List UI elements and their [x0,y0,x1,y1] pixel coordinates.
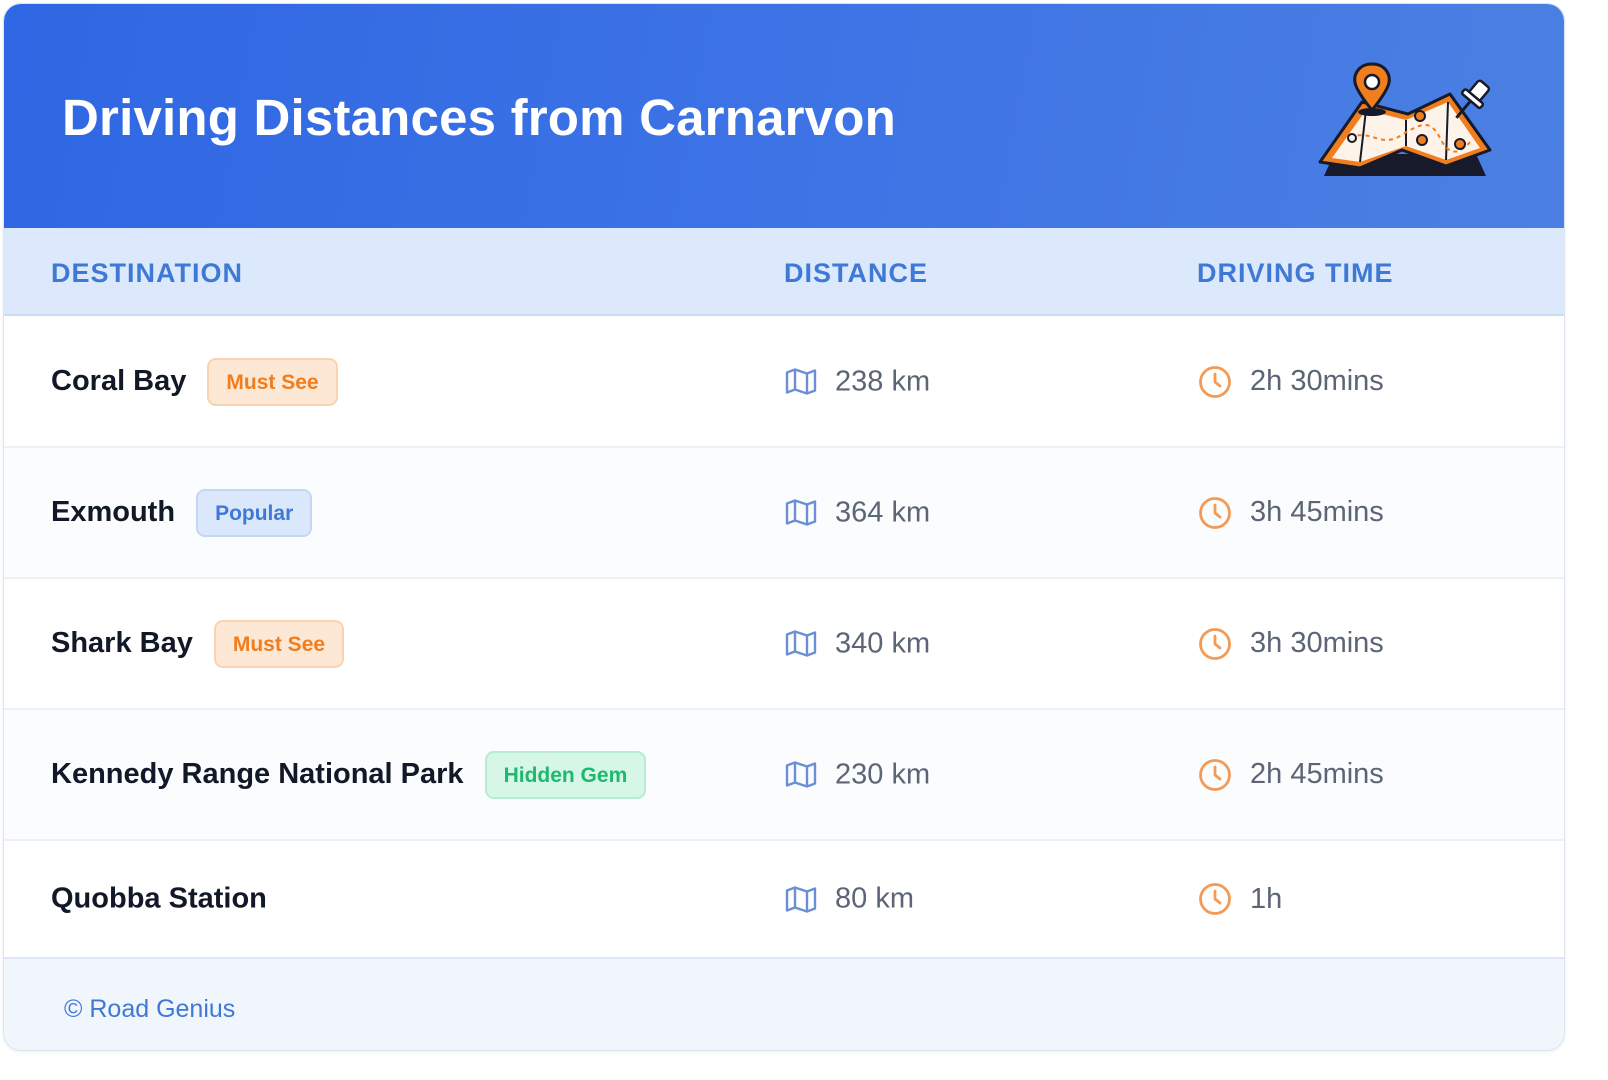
driving-time-value: 1h [1250,882,1283,915]
table-row: Shark Bay Must See 340 km 3h 30mins [4,579,1564,710]
destination-cell: Exmouth Popular [51,488,313,537]
card-footer: © Road Genius [4,957,1564,1050]
destination-cell: Kennedy Range National Park Hidden Gem [51,750,647,799]
table-header: DESTINATION DISTANCE DRIVING TIME [4,228,1564,316]
map-icon [785,368,817,395]
destination-cell: Shark Bay Must See [51,619,345,668]
table-row: Kennedy Range National Park Hidden Gem 230… [4,710,1564,841]
driving-time-value: 2h 45mins [1250,758,1384,790]
distance-value: 230 km [835,758,931,790]
destination-badge: Must See [213,619,345,668]
table-row: Coral Bay Must See 238 km 2h 30mins [4,317,1564,448]
destination-cell: Coral Bay Must See [51,357,338,406]
driving-time-value: 2h 30mins [1250,365,1384,397]
distance-cell: 364 km [784,496,930,529]
destination-badge: Must See [207,357,338,406]
destination-cell: Quobba Station [51,883,267,916]
map-icon [785,499,817,526]
driving-time-value: 3h 45mins [1250,496,1384,528]
clock-icon [1199,365,1231,398]
distance-value: 238 km [835,365,931,397]
distance-cell: 80 km [784,883,914,916]
driving-time-cell: 2h 45mins [1197,757,1384,793]
destination-badge: Hidden Gem [484,750,647,799]
column-header-destination: DESTINATION [51,258,243,288]
map-icon [785,885,817,913]
distance-cell: 238 km [784,365,930,398]
copyright-text: © Road Genius [64,995,236,1023]
table-row: Quobba Station 80 km 1h [4,841,1564,957]
clock-icon [1199,496,1231,529]
distance-cell: 340 km [784,627,930,660]
driving-time-cell: 1h [1197,881,1282,917]
destination-name: Kennedy Range National Park [51,758,464,790]
driving-time-cell: 2h 30mins [1197,364,1384,400]
distance-cell: 230 km [784,758,930,791]
destination-name: Exmouth [51,496,176,528]
page-title: Driving Distances from Carnarvon [62,89,896,146]
map-icon [785,630,817,657]
destination-name: Shark Bay [51,627,193,659]
distance-card: Driving Distances from Carnarvon DESTINA… [3,3,1565,1051]
clock-icon [1199,758,1231,791]
clock-icon [1199,883,1231,915]
destination-name: Coral Bay [51,365,187,397]
distance-value: 340 km [835,627,931,659]
card-header: Driving Distances from Carnarvon [4,4,1564,228]
driving-time-cell: 3h 30mins [1197,626,1384,662]
clock-icon [1199,627,1231,660]
map-pin-icon [1318,62,1492,176]
column-header-driving-time: DRIVING TIME [1197,258,1394,288]
destination-badge: Popular [196,488,313,537]
driving-time-cell: 3h 45mins [1197,495,1384,531]
destination-name: Quobba Station [51,882,267,915]
distance-value: 80 km [835,882,914,915]
column-header-distance: DISTANCE [784,258,929,288]
map-icon [785,761,817,788]
distance-value: 364 km [835,496,931,528]
table-row: Exmouth Popular 364 km 3h 45mins [4,448,1564,579]
driving-time-value: 3h 30mins [1250,627,1384,659]
